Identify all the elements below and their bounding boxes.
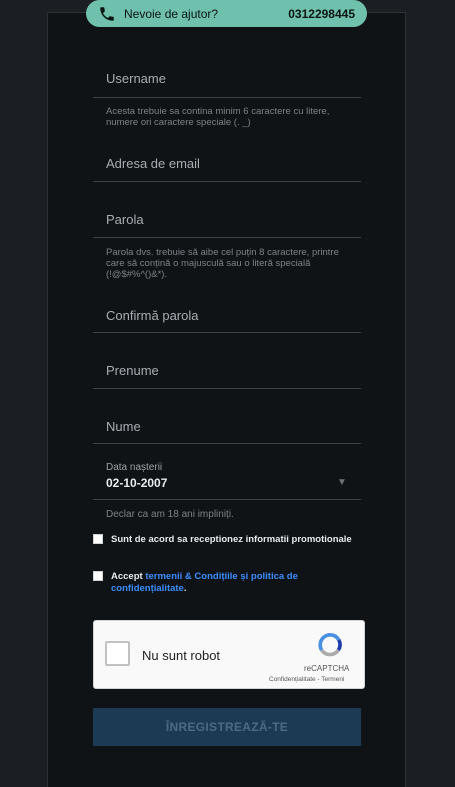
promo-consent-label: Sunt de acord sa receptionez informatii … <box>111 534 352 545</box>
recaptcha-logo-icon <box>318 633 342 657</box>
password-hint: Parola dvs. trebuie să aibe cel puțin 8 … <box>106 247 339 280</box>
birthdate-value[interactable]: 02-10-2007 <box>106 476 167 490</box>
lastname-field[interactable]: Nume <box>93 407 361 444</box>
phone-icon <box>100 6 114 21</box>
age-declaration: Declar ca am 18 ani impliniți. <box>106 509 234 520</box>
password-label: Parola <box>106 212 144 227</box>
register-button[interactable]: ÎNREGISTREAZĂ-TE <box>93 708 361 746</box>
terms-suffix: . <box>183 583 187 594</box>
recaptcha-links[interactable]: Confidențialitate - Termeni <box>269 676 344 683</box>
lastname-label: Nume <box>106 419 141 434</box>
username-label: Username <box>106 71 166 86</box>
firstname-label: Prenume <box>106 363 159 378</box>
password-field[interactable]: Parola <box>93 200 361 238</box>
terms-consent-row[interactable]: Accept termenii & Condițiile și politica… <box>93 571 353 595</box>
username-field[interactable]: Username <box>93 60 361 98</box>
terms-consent-label: Accept termenii & Condițiile și politica… <box>111 571 353 595</box>
recaptcha-checkbox[interactable] <box>105 641 130 666</box>
recaptcha-widget: Nu sunt robot reCAPTCHA Confidențialitat… <box>93 620 365 689</box>
confirm-password-label: Confirmă parola <box>106 308 199 323</box>
confirm-password-field[interactable]: Confirmă parola <box>93 296 361 333</box>
help-phone-number[interactable]: 0312298445 <box>288 7 355 21</box>
email-label: Adresa de email <box>106 156 200 171</box>
username-hint: Acesta trebuie sa contina minim 6 caract… <box>106 106 330 128</box>
firstname-field[interactable]: Prenume <box>93 351 361 389</box>
terms-prefix: Accept <box>111 571 146 582</box>
help-bar[interactable]: Nevoie de ajutor? 0312298445 <box>86 0 367 27</box>
terms-checkbox[interactable] <box>93 571 103 581</box>
chevron-down-icon[interactable]: ▼ <box>337 477 347 488</box>
recaptcha-label: Nu sunt robot <box>142 648 221 663</box>
email-field[interactable]: Adresa de email <box>93 144 361 182</box>
birthdate-label: Data nașterii <box>106 462 163 473</box>
promo-checkbox[interactable] <box>93 534 103 544</box>
recaptcha-brand: reCAPTCHA <box>304 664 350 673</box>
promo-consent-row[interactable]: Sunt de acord sa receptionez informatii … <box>93 534 352 546</box>
help-text: Nevoie de ajutor? <box>124 6 219 21</box>
